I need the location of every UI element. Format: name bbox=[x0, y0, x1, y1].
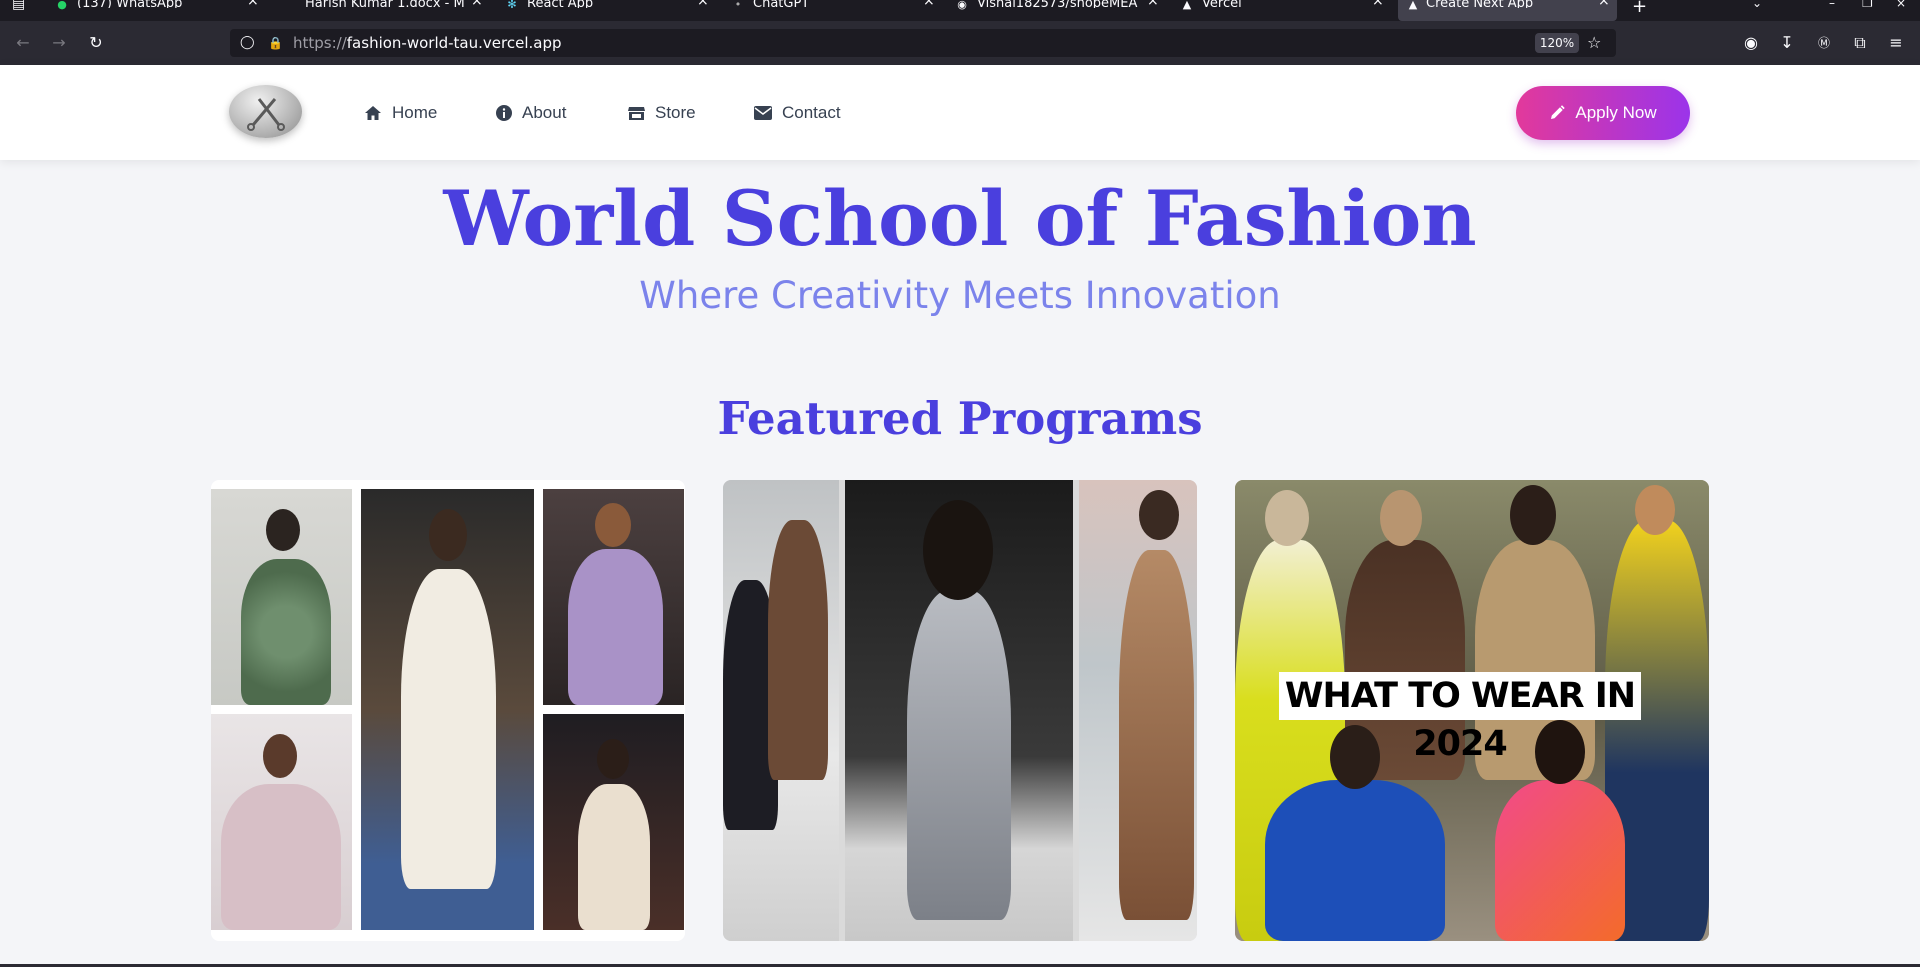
store-icon bbox=[628, 106, 645, 120]
whatsapp-icon: ● bbox=[57, 0, 67, 11]
tab-whatsapp[interactable]: ● (137) WhatsApp × bbox=[55, 0, 265, 21]
tab-list-icon[interactable]: ▤ bbox=[12, 0, 25, 12]
nav-store[interactable]: Store bbox=[628, 101, 696, 125]
react-icon: ✻ bbox=[507, 0, 517, 11]
vercel-icon: ▲ bbox=[1408, 0, 1418, 11]
envelope-icon bbox=[754, 106, 772, 120]
tab-github[interactable]: ◉ Vishal182573/shopeMEA × bbox=[955, 0, 1160, 21]
close-window-icon[interactable]: × bbox=[1896, 0, 1906, 10]
url-host: fashion-world-tau.vercel.app bbox=[346, 34, 562, 52]
tab-title: React App bbox=[527, 0, 594, 8]
tab-title: ChatGPT bbox=[753, 0, 810, 8]
home-icon bbox=[365, 106, 381, 120]
url-text[interactable]: https://fashion-world-tau.vercel.app bbox=[293, 35, 562, 51]
tab-title: Vishal182573/shopeMEA bbox=[977, 0, 1138, 8]
pocket-icon[interactable]: ◉ bbox=[1741, 33, 1761, 53]
close-tab-icon[interactable]: × bbox=[471, 0, 483, 8]
nav-about[interactable]: About bbox=[496, 101, 566, 125]
info-icon bbox=[496, 105, 512, 121]
reload-icon[interactable]: ↻ bbox=[86, 33, 106, 53]
logo[interactable] bbox=[229, 85, 302, 138]
tab-title: Create Next App bbox=[1426, 0, 1534, 8]
pencil-icon bbox=[1551, 105, 1566, 119]
zoom-level[interactable]: 120% bbox=[1535, 33, 1579, 53]
download-icon[interactable]: ↧ bbox=[1777, 33, 1797, 53]
chevron-down-icon[interactable]: ⌄ bbox=[1752, 0, 1762, 10]
close-tab-icon[interactable]: × bbox=[247, 0, 259, 8]
apply-now-label: Apply Now bbox=[1575, 103, 1657, 122]
program-card-1[interactable] bbox=[211, 480, 685, 941]
shield-icon[interactable]: ◯ bbox=[240, 35, 256, 51]
minimize-icon[interactable]: – bbox=[1829, 0, 1835, 10]
program-card-3[interactable]: WHAT TO WEAR IN 2024 bbox=[1235, 480, 1709, 941]
forward-icon[interactable]: → bbox=[49, 33, 69, 53]
scissors-logo-icon bbox=[247, 98, 285, 131]
nav-about-label: About bbox=[522, 103, 567, 122]
featured-programs-title: Featured Programs bbox=[717, 392, 1203, 445]
tab-title: Vercel bbox=[1202, 0, 1242, 8]
extensions-icon[interactable]: ⧉ bbox=[1850, 33, 1870, 53]
close-tab-icon[interactable]: × bbox=[923, 0, 935, 8]
bookmark-star-icon[interactable]: ☆ bbox=[1587, 33, 1601, 53]
tab-chatgpt[interactable]: • ChatGPT × bbox=[731, 0, 936, 21]
account-icon[interactable]: Ⓜ bbox=[1814, 33, 1834, 53]
new-tab-icon[interactable]: + bbox=[1632, 0, 1647, 17]
hero-subtitle: Where Creativity Meets Innovation bbox=[639, 274, 1281, 317]
url-protocol: https:// bbox=[293, 34, 347, 52]
close-tab-icon[interactable]: × bbox=[697, 0, 709, 8]
vercel-icon: ▲ bbox=[1182, 0, 1192, 11]
nav-home-label: Home bbox=[392, 103, 438, 122]
what-to-wear-label: WHAT TO WEAR IN 2024 bbox=[1279, 672, 1641, 764]
tab-title: (137) WhatsApp bbox=[77, 0, 183, 8]
restore-icon[interactable]: ❐ bbox=[1862, 0, 1873, 10]
browser-navigation-bar: ← → ↻ ◯ 🔒 https://fashion-world-tau.verc… bbox=[0, 21, 1920, 65]
tab-word-doc[interactable]: Harish Kumar 1.docx - Mic × bbox=[283, 0, 488, 21]
lock-icon[interactable]: 🔒 bbox=[268, 35, 284, 51]
hero-title: World School of Fashion bbox=[443, 174, 1477, 263]
tab-create-next-app[interactable]: ▲ Create Next App × bbox=[1398, 0, 1617, 21]
nav-store-label: Store bbox=[655, 103, 696, 122]
tab-react-app[interactable]: ✻ React App × bbox=[505, 0, 710, 21]
nav-contact-label: Contact bbox=[782, 103, 841, 122]
close-tab-icon[interactable]: × bbox=[1598, 0, 1610, 8]
browser-tab-bar: ▤ ● (137) WhatsApp × Harish Kumar 1.docx… bbox=[0, 0, 1920, 21]
github-icon: ◉ bbox=[957, 0, 967, 11]
back-icon[interactable]: ← bbox=[13, 33, 33, 53]
apply-now-button[interactable]: Apply Now bbox=[1516, 86, 1690, 140]
tab-title: Harish Kumar 1.docx - Mic bbox=[305, 0, 465, 8]
close-tab-icon[interactable]: × bbox=[1147, 0, 1159, 8]
nav-home[interactable]: Home bbox=[364, 101, 437, 125]
nav-contact[interactable]: Contact bbox=[754, 101, 841, 125]
tab-vercel[interactable]: ▲ Vercel × bbox=[1180, 0, 1385, 21]
program-card-2[interactable] bbox=[723, 480, 1197, 941]
address-bar[interactable]: ◯ 🔒 https://fashion-world-tau.vercel.app… bbox=[230, 29, 1616, 57]
close-tab-icon[interactable]: × bbox=[1372, 0, 1384, 8]
site-header: Home About Store Contact Apply Now bbox=[0, 65, 1920, 160]
chatgpt-icon: • bbox=[734, 0, 742, 11]
menu-icon[interactable]: ≡ bbox=[1886, 33, 1906, 53]
